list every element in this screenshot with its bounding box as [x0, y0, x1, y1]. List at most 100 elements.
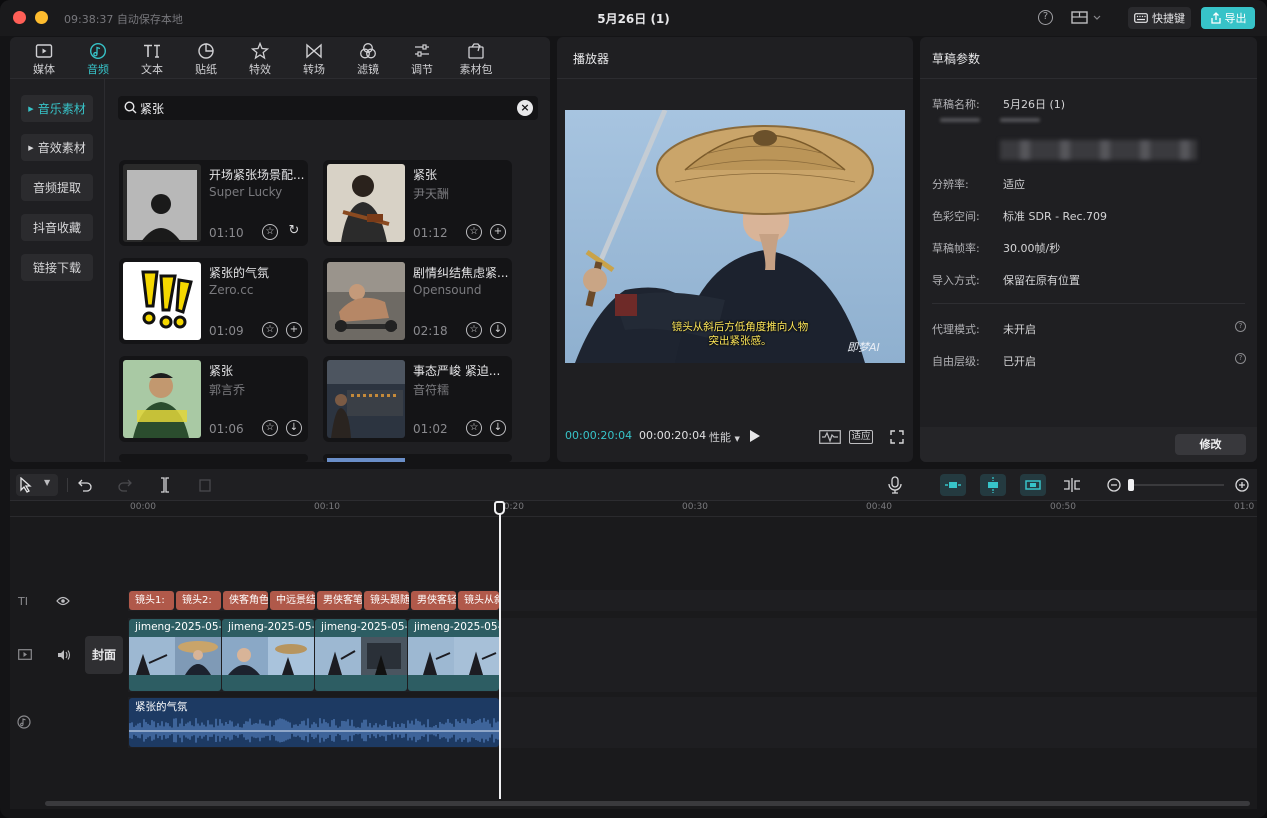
search-value: 紧张 — [140, 102, 165, 116]
minimize-window-button[interactable] — [35, 11, 48, 24]
sidebar-item-douyin-favorites[interactable]: 抖音收藏 — [21, 214, 93, 241]
auto-snap-button[interactable] — [980, 474, 1006, 496]
music-card[interactable]: 开场紧张场景配... Super Lucky 01:10 ☆ ↻ — [119, 160, 308, 246]
tab-effects[interactable]: 特效 — [235, 40, 285, 78]
zoom-slider[interactable] — [1128, 484, 1224, 486]
music-card[interactable] — [323, 454, 512, 462]
text-clip[interactable]: 侠客角色 — [223, 591, 268, 610]
fit-ratio-button[interactable]: 适应 — [849, 430, 873, 444]
favorite-star-icon[interactable]: ☆ — [466, 224, 482, 240]
redo-icon[interactable] — [118, 478, 132, 492]
time-ruler[interactable]: 00:00 00:10 00:20 00:30 00:40 00:50 01:0 — [10, 501, 1257, 517]
sidebar-item-label: 音乐素材 — [37, 102, 86, 116]
music-card[interactable] — [119, 454, 308, 462]
clear-search-icon[interactable]: × — [517, 100, 533, 116]
text-clip[interactable]: 镜头2: — [176, 591, 221, 610]
quality-dropdown[interactable]: 性能 ▼ — [709, 429, 740, 445]
text-clip[interactable]: 镜头1: — [129, 591, 174, 610]
playhead-handle[interactable] — [494, 501, 505, 515]
text-clip[interactable]: 中远景结 — [270, 591, 315, 610]
text-clip[interactable]: 男侠客轻 — [411, 591, 456, 610]
audio-icon — [89, 42, 107, 60]
magnet-link-icon — [945, 482, 961, 488]
tab-audio[interactable]: 音频 — [73, 40, 123, 78]
favorite-star-icon[interactable]: ☆ — [262, 420, 278, 436]
main-track-magnet-button[interactable] — [940, 474, 966, 496]
sidebar-item-label: 链接下载 — [32, 261, 81, 275]
sidebar-item-music[interactable]: ▶ 音乐素材 — [21, 95, 93, 122]
music-card[interactable]: 事态严峻 紧迫... 音符糯 01:02 ☆ ↓ — [323, 356, 512, 442]
eye-icon[interactable] — [56, 596, 70, 606]
layout-switch-icon[interactable] — [1070, 9, 1104, 27]
music-card[interactable]: 紧张的气氛 Zero.cc 01:09 ☆ + — [119, 258, 308, 344]
info-icon[interactable]: ? — [1235, 353, 1246, 364]
play-button[interactable] — [750, 430, 760, 442]
favorite-star-icon[interactable]: ☆ — [466, 322, 482, 338]
export-button[interactable]: 导出 — [1201, 7, 1255, 29]
tab-adjust[interactable]: 调节 — [397, 40, 447, 78]
tab-sticker[interactable]: 贴纸 — [181, 40, 231, 78]
sidebar-item-extract-audio[interactable]: 音频提取 — [21, 174, 93, 201]
video-clip[interactable]: jimeng-2025-05-2 — [315, 619, 407, 691]
download-icon[interactable]: ↓ — [490, 420, 506, 436]
text-track-icon: TI — [18, 595, 28, 608]
zoom-out-icon[interactable] — [1107, 478, 1121, 492]
download-icon[interactable]: ↓ — [490, 322, 506, 338]
waveform-icon[interactable] — [819, 430, 841, 444]
tab-package[interactable]: 素材包 — [451, 40, 501, 78]
split-icon[interactable] — [158, 477, 172, 493]
search-input[interactable]: 紧张 × — [118, 96, 538, 120]
add-track-icon[interactable]: + — [490, 224, 506, 240]
music-card[interactable]: 紧张 郭言乔 01:06 ☆ ↓ — [119, 356, 308, 442]
music-card[interactable]: 紧张 尹天酬 01:12 ☆ + — [323, 160, 512, 246]
ai-watermark: 即梦AI — [847, 341, 880, 354]
tab-text[interactable]: 文本 — [127, 40, 177, 78]
tab-media[interactable]: 媒体 — [19, 40, 69, 78]
total-timecode: 00:00:20:04 — [639, 429, 707, 442]
modify-button[interactable]: 修改 — [1175, 434, 1246, 455]
video-clip-label: jimeng-2025-05-2 — [135, 621, 221, 633]
info-icon[interactable]: ? — [1235, 321, 1246, 332]
sidebar-item-sound-effects[interactable]: ▶ 音效素材 — [21, 134, 93, 161]
text-clip[interactable]: 镜头跟随 — [364, 591, 409, 610]
video-preview[interactable]: 镜头从斜后方低角度推向人物 突出紧张感。 即梦AI — [565, 110, 905, 363]
text-clip[interactable]: 镜头从斜 — [458, 591, 499, 610]
text-clip[interactable]: 男侠客笔 — [317, 591, 362, 610]
track-duration: 01:06 — [209, 422, 244, 436]
preview-axis-icon[interactable] — [1062, 477, 1082, 493]
help-icon[interactable]: ? — [1038, 10, 1053, 25]
video-clip[interactable]: jimeng-2025-05-2 — [408, 619, 499, 691]
speaker-icon[interactable] — [57, 649, 71, 661]
param-value: 标准 SDR - Rec.709 — [1003, 210, 1108, 223]
select-tool-button[interactable]: ▼ — [16, 474, 58, 496]
timeline-horizontal-scrollbar[interactable] — [45, 801, 1250, 806]
add-track-icon[interactable]: + — [286, 322, 302, 338]
cover-button[interactable]: 封面 — [85, 636, 123, 674]
undo-icon[interactable] — [78, 478, 92, 492]
delete-icon[interactable] — [198, 478, 212, 492]
download-icon[interactable]: ↓ — [286, 420, 302, 436]
favorite-star-icon[interactable]: ☆ — [262, 224, 278, 240]
microphone-icon[interactable] — [888, 476, 902, 494]
linkage-button[interactable] — [1020, 474, 1046, 496]
transition-icon — [306, 43, 322, 59]
favorite-star-icon[interactable]: ☆ — [262, 322, 278, 338]
tab-filter-label: 滤镜 — [357, 63, 379, 76]
tab-filter[interactable]: 滤镜 — [343, 40, 393, 78]
sidebar-item-link-download[interactable]: 链接下载 — [21, 254, 93, 281]
zoom-in-icon[interactable] — [1235, 478, 1249, 492]
shortcut-button[interactable]: 快捷键 — [1128, 7, 1191, 29]
video-clip[interactable]: jimeng-2025-05-2 — [129, 619, 221, 691]
playhead[interactable] — [499, 503, 501, 799]
music-card[interactable]: 剧情纠结焦虑紧... Opensound 02:18 ☆ ↓ — [323, 258, 512, 344]
favorite-star-icon[interactable]: ☆ — [466, 420, 482, 436]
zoom-slider-handle[interactable] — [1128, 479, 1134, 491]
tab-transition[interactable]: 转场 — [289, 40, 339, 78]
fullscreen-icon[interactable] — [890, 430, 904, 444]
audio-waveform — [129, 718, 499, 743]
tab-adjust-label: 调节 — [411, 63, 433, 76]
audio-clip[interactable]: 紧张的气氛 — [129, 698, 499, 747]
video-clip[interactable]: jimeng-2025-05-2 — [222, 619, 314, 691]
close-window-button[interactable] — [13, 11, 26, 24]
track-artist: 尹天酬 — [413, 187, 450, 201]
